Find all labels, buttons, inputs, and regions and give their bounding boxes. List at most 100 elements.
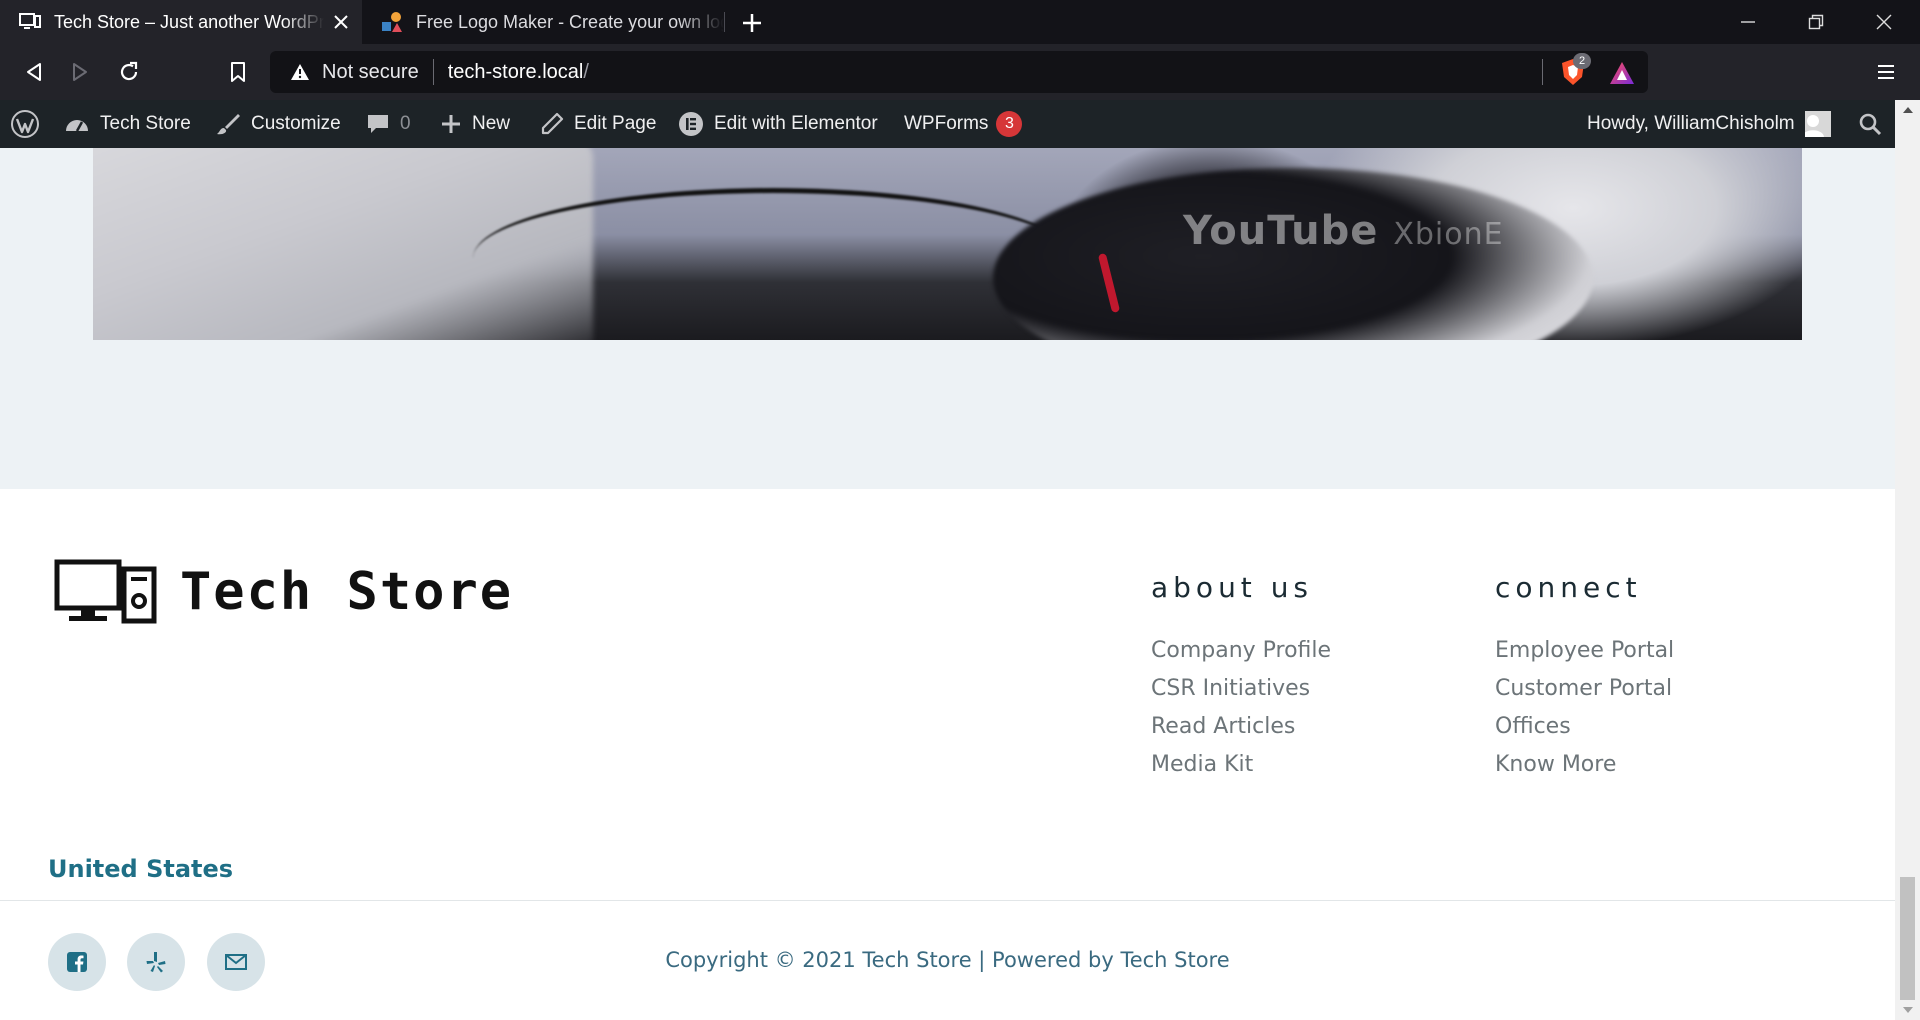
tab-title: Tech Store – Just another WordPress site (54, 11, 324, 32)
url-host: tech-store.local (447, 60, 584, 83)
edit-page-label: Edit Page (574, 113, 657, 134)
tab-logo-maker[interactable]: Free Logo Maker - Create your own logo (362, 0, 724, 44)
edit-page-link[interactable]: Edit Page (540, 100, 656, 148)
customize-label: Customize (251, 113, 341, 134)
browser-tabstrip: Tech Store – Just another WordPress site… (0, 0, 1920, 44)
connect-title: connect (1495, 571, 1642, 604)
wordpress-icon (11, 110, 39, 138)
wp-logo-menu[interactable] (10, 100, 50, 148)
copyright-text: Copyright © 2021 Tech Store | Powered by… (665, 948, 1230, 972)
wp-admin-bar: Tech Store Customize 0 New Edit Page Edi… (0, 100, 1920, 148)
url-divider (1542, 59, 1543, 85)
employee-portal-link[interactable]: Employee Portal (1495, 638, 1674, 663)
url-divider (432, 59, 434, 85)
restore-button[interactable] (1782, 0, 1850, 44)
customer-portal-link[interactable]: Customer Portal (1495, 676, 1672, 701)
reload-icon (120, 61, 138, 81)
scroll-up-arrow[interactable] (1895, 100, 1920, 120)
elementor-icon (679, 112, 703, 136)
minimize-button[interactable] (1714, 0, 1782, 44)
security-indicator[interactable]: Not secure (290, 61, 419, 84)
video-watermark: YouTube XbionE (1183, 208, 1504, 254)
reload-button[interactable] (113, 56, 145, 88)
country-label: United States (48, 855, 234, 883)
plus-icon (743, 14, 761, 32)
wpforms-count-badge: 3 (996, 111, 1023, 137)
avatar (1804, 111, 1831, 137)
back-button[interactable] (18, 56, 50, 88)
comments-link[interactable]: 0 (366, 100, 411, 148)
company-profile-link[interactable]: Company Profile (1151, 638, 1331, 663)
bookmark-icon (231, 62, 245, 82)
address-bar[interactable]: Not secure tech-store.local/ 2 (270, 51, 1648, 93)
caret-up-icon (1902, 107, 1913, 113)
warning-icon (291, 64, 309, 80)
scrollbar-thumb[interactable] (1900, 877, 1915, 1000)
tab-separator (724, 12, 725, 32)
user-icon (1804, 115, 1824, 137)
mouse-graphic (993, 168, 1593, 340)
page-scrollbar[interactable] (1895, 100, 1920, 1020)
minimize-icon (1741, 21, 1755, 23)
watermark-text: YouTube (1183, 208, 1379, 254)
caret-down-icon (1902, 1007, 1913, 1013)
media-kit-link[interactable]: Media Kit (1151, 752, 1253, 777)
watermark-suffix: XbionE (1393, 217, 1504, 252)
paintbrush-icon (217, 114, 240, 135)
plus-icon (442, 115, 460, 133)
my-account-menu[interactable]: Howdy, WilliamChisholm (1587, 100, 1831, 148)
dashboard-icon (66, 120, 88, 132)
brave-rewards-icon[interactable] (1608, 59, 1636, 87)
admin-search-button[interactable] (1858, 100, 1892, 148)
browser-toolbar: Not secure tech-store.local/ 2 (0, 44, 1920, 100)
forward-button[interactable] (64, 56, 96, 88)
video-section: YouTube XbionE (0, 148, 1895, 489)
shapes-icon (382, 12, 402, 32)
howdy-label: Howdy, WilliamChisholm (1587, 113, 1795, 134)
logo-text: Tech Store (180, 562, 514, 622)
about-us-title: about us (1151, 571, 1314, 604)
know-more-link[interactable]: Know More (1495, 752, 1616, 777)
hamburger-icon (1878, 65, 1894, 79)
offices-link[interactable]: Offices (1495, 714, 1571, 739)
site-name: Tech Store (100, 113, 191, 134)
embedded-video[interactable]: YouTube XbionE (93, 148, 1802, 340)
pencil-icon (541, 112, 564, 135)
site-name-menu[interactable]: Tech Store (64, 100, 191, 148)
cable-graphic (473, 188, 1073, 328)
new-tab-button[interactable] (738, 9, 766, 37)
close-window-button[interactable] (1850, 0, 1918, 44)
read-articles-link[interactable]: Read Articles (1151, 714, 1295, 739)
customize-link[interactable]: Customize (215, 100, 341, 148)
back-icon (27, 63, 41, 81)
computer-logo-icon (54, 559, 157, 624)
footer-divider (0, 900, 1895, 901)
scroll-down-arrow[interactable] (1895, 1000, 1920, 1020)
url-text[interactable]: tech-store.local/ (448, 61, 589, 84)
search-icon (1859, 113, 1882, 136)
menu-button[interactable] (1870, 56, 1902, 88)
edit-elementor-label: Edit with Elementor (714, 113, 878, 134)
site-footer: Tech Store United States about us Compan… (0, 489, 1895, 1020)
monitor-icon (19, 13, 41, 29)
new-label: New (472, 113, 511, 134)
bookmark-button[interactable] (222, 56, 254, 88)
close-tab-icon[interactable] (330, 11, 352, 33)
wpforms-menu[interactable]: WPForms 3 (904, 100, 1023, 148)
edit-with-elementor-link[interactable]: Edit with Elementor (678, 100, 878, 148)
tab-title: Free Logo Maker - Create your own logo (416, 11, 724, 32)
forward-icon (73, 63, 87, 81)
tab-tech-store[interactable]: Tech Store – Just another WordPress site (0, 0, 362, 44)
restore-icon (1808, 14, 1824, 30)
shield-count-badge: 2 (1573, 53, 1591, 69)
page-viewport: YouTube XbionE Tech Store United States … (0, 148, 1895, 1020)
comments-count: 0 (400, 113, 411, 134)
security-label: Not secure (322, 60, 419, 83)
comment-icon (368, 115, 388, 133)
close-icon (1876, 14, 1892, 30)
wpforms-label: WPForms (904, 113, 989, 134)
footer-logo[interactable]: Tech Store (54, 559, 513, 625)
csr-initiatives-link[interactable]: CSR Initiatives (1151, 676, 1310, 701)
url-path: / (583, 60, 589, 83)
new-content-menu[interactable]: New (440, 100, 510, 148)
